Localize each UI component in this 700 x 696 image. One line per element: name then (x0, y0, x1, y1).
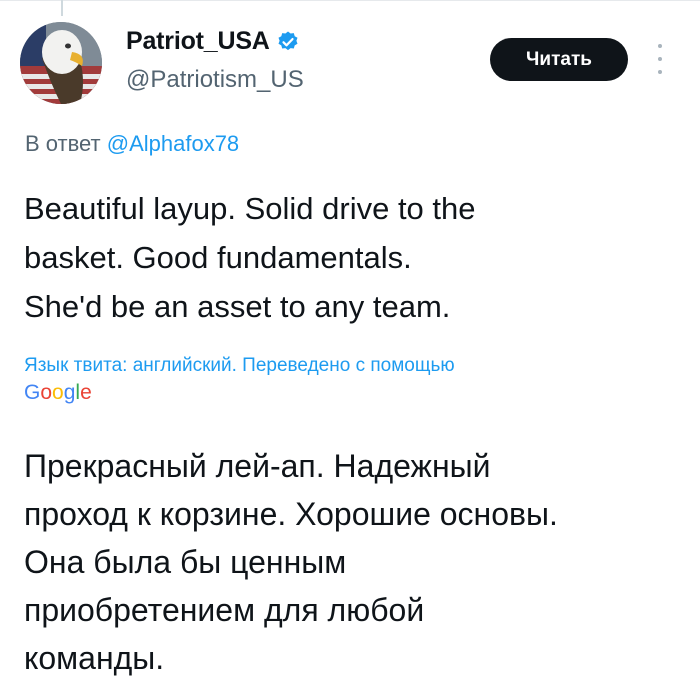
verified-badge-icon (276, 30, 300, 54)
google-logo-letter: e (80, 381, 92, 404)
google-logo-letter: G (24, 381, 41, 404)
avatar[interactable] (20, 22, 102, 104)
reply-prefix: В ответ (25, 131, 107, 156)
google-logo: Google (24, 381, 92, 405)
author-display-name-row[interactable]: Patriot_USA (126, 27, 300, 56)
translated-tweet-text: Прекрасный лей-ап. Надежный проход к кор… (24, 448, 558, 676)
thread-connector-line (61, 0, 63, 16)
author-handle[interactable]: @Patriotism_US (126, 66, 304, 94)
tweet-text: Beautiful layup. Solid drive to the bask… (24, 191, 476, 324)
translation-note-link[interactable]: Язык твита: английский. Переведено с пом… (24, 355, 455, 377)
follow-button[interactable]: Читать (490, 38, 628, 81)
google-logo-letter: o (52, 381, 64, 404)
top-divider (0, 0, 700, 1)
reply-context: В ответ @Alphafox78 (25, 131, 239, 157)
more-vertical-icon[interactable] (655, 44, 665, 74)
reply-mention-link[interactable]: @Alphafox78 (107, 131, 239, 156)
google-logo-letter: g (63, 381, 76, 404)
author-display-name[interactable]: Patriot_USA (126, 27, 270, 56)
eagle-flag-avatar-image (20, 22, 102, 104)
google-logo-letter: o (40, 381, 53, 404)
